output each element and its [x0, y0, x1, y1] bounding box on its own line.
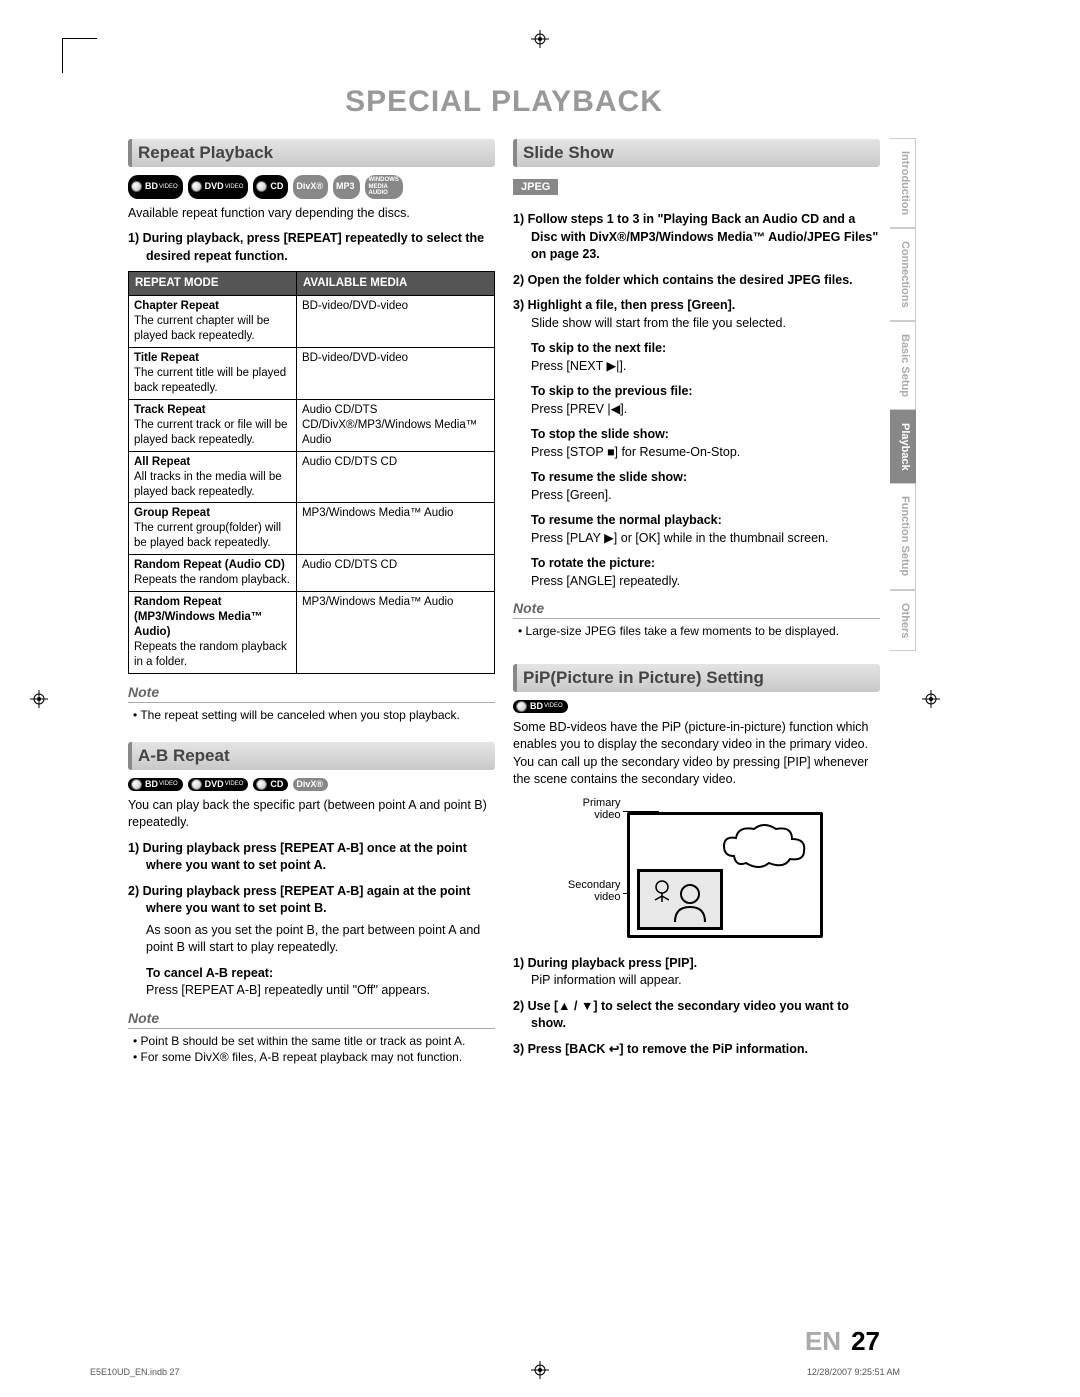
note-heading: Note — [128, 1010, 495, 1029]
note-text: The repeat setting will be canceled when… — [128, 707, 495, 724]
cloud-icon — [714, 821, 814, 871]
file-meta: E5E10UD_EN.indb 27 — [90, 1367, 180, 1377]
ab-step2: 2) During playback press [REPEAT A-B] ag… — [128, 883, 495, 918]
page-footer: EN 27 — [128, 1326, 880, 1357]
note-heading: Note — [128, 684, 495, 703]
pip-step1-sub: PiP information will appear. — [513, 972, 880, 990]
note-text: For some DivX® files, A-B repeat playbac… — [128, 1049, 495, 1066]
tab-others[interactable]: Others — [890, 590, 916, 651]
media-badges: BDVIDEO — [513, 700, 880, 713]
pip-intro: Some BD-videos have the PiP (picture-in-… — [513, 719, 880, 789]
section-slide-show: Slide Show — [513, 139, 880, 167]
registration-mark-icon — [531, 30, 549, 48]
tab-connections[interactable]: Connections — [890, 228, 916, 321]
tab-introduction[interactable]: Introduction — [890, 138, 916, 228]
slide-step1: 1) Follow steps 1 to 3 in "Playing Back … — [513, 211, 880, 264]
section-pip: PiP(Picture in Picture) Setting — [513, 664, 880, 692]
repeat-intro: Available repeat function vary depending… — [128, 205, 495, 223]
pip-step1: 1) During playback press [PIP]. — [513, 955, 880, 973]
jpeg-badge: JPEG — [513, 179, 558, 195]
pip-step2: 2) Use [▲ / ▼] to select the secondary v… — [513, 998, 880, 1033]
person-icon — [640, 872, 720, 927]
pip-step3: 3) Press [BACK ↩] to remove the PiP info… — [513, 1041, 880, 1059]
crop-mark — [62, 38, 97, 73]
repeat-step1: 1) During playback, press [REPEAT] repea… — [128, 230, 495, 265]
slide-step3: 3) Highlight a file, then press [Green]. — [513, 297, 880, 315]
note-text: Point B should be set within the same ti… — [128, 1033, 495, 1050]
ab-step2-sub: As soon as you set the point B, the part… — [128, 922, 495, 957]
table-header: REPEAT MODE — [129, 272, 297, 296]
tab-basic-setup[interactable]: Basic Setup — [890, 321, 916, 410]
ab-intro: You can play back the specific part (bet… — [128, 797, 495, 832]
tab-function-setup[interactable]: Function Setup — [890, 483, 916, 589]
section-ab-repeat: A-B Repeat — [128, 742, 495, 770]
registration-mark-icon — [531, 1361, 549, 1379]
note-text: Large-size JPEG files take a few moments… — [513, 623, 880, 640]
pip-diagram: Primary video Secondary video — [557, 797, 837, 947]
tab-playback[interactable]: Playback — [890, 410, 916, 484]
section-repeat-playback: Repeat Playback — [128, 139, 495, 167]
note-heading: Note — [513, 600, 880, 619]
slide-step2: 2) Open the folder which contains the de… — [513, 272, 880, 290]
registration-mark-icon — [922, 690, 940, 708]
timestamp-meta: 12/28/2007 9:25:51 AM — [807, 1367, 900, 1377]
language-code: EN — [805, 1326, 841, 1357]
repeat-mode-table: REPEAT MODE AVAILABLE MEDIA Chapter Repe… — [128, 271, 495, 674]
sidebar-tabs: Introduction Connections Basic Setup Pla… — [890, 138, 916, 651]
media-badges: BDVIDEO DVDVIDEO CD DivX® — [128, 778, 495, 791]
ab-step1: 1) During playback press [REPEAT A-B] on… — [128, 840, 495, 875]
table-header: AVAILABLE MEDIA — [296, 272, 494, 296]
slide-step3-sub: Slide show will start from the file you … — [513, 315, 880, 333]
page-number: 27 — [851, 1326, 880, 1357]
page-title: SPECIAL PLAYBACK — [128, 85, 880, 119]
registration-mark-icon — [30, 690, 48, 708]
media-badges: BDVIDEO DVDVIDEO CD DivX® MP3 WINDOWSMED… — [128, 175, 495, 199]
